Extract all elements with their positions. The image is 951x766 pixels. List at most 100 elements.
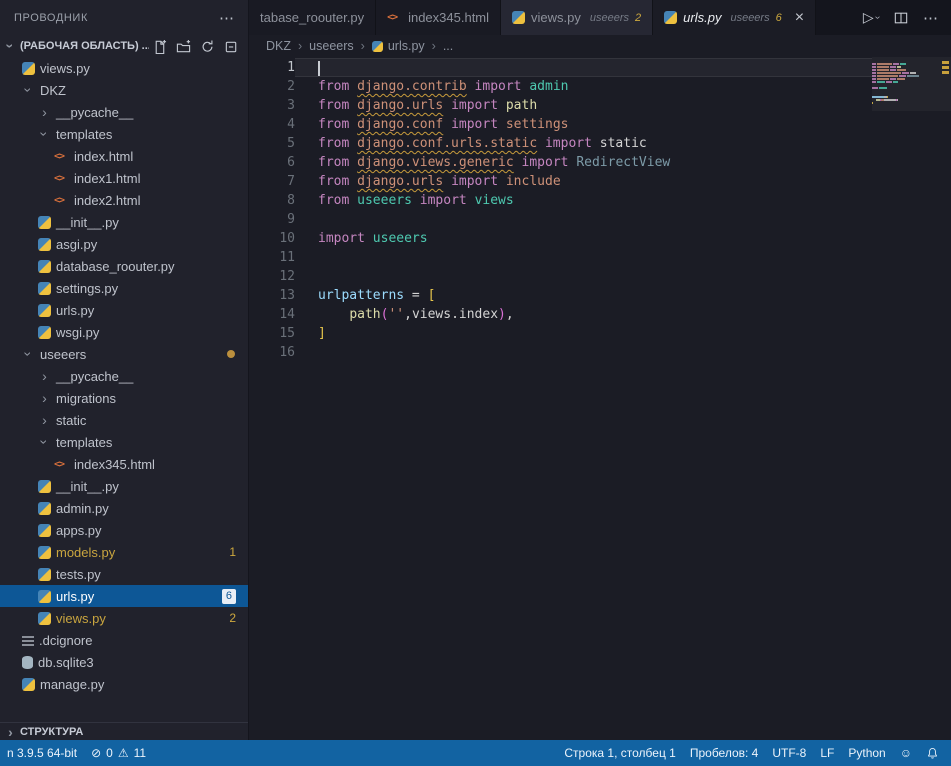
editor-more-button[interactable]: ⋯ <box>923 9 938 27</box>
code-line[interactable]: 11 <box>249 248 951 267</box>
tree-file-database_roouter.py[interactable]: database_roouter.py <box>0 255 248 277</box>
outline-section-header[interactable]: › СТРУКТУРА <box>0 722 248 740</box>
tree-file-views.py[interactable]: views.py <box>0 57 248 79</box>
tree-item-label: settings.py <box>56 281 118 296</box>
run-python-file-button[interactable]: ▷ › <box>863 9 879 26</box>
tree-file-.dcignore[interactable]: .dcignore <box>0 629 248 651</box>
tree-file-views.py[interactable]: views.py2 <box>0 607 248 629</box>
refresh-icon[interactable] <box>200 39 215 54</box>
tab-urls.py[interactable]: urls.pyuseeers6× <box>653 0 816 35</box>
tab-index345.html[interactable]: <>index345.html <box>376 0 501 35</box>
tree-file-index2.html[interactable]: <>index2.html <box>0 189 248 211</box>
tab-tabase_roouter.py[interactable]: tabase_roouter.py <box>249 0 376 35</box>
file-tree: views.py›DKZ›__pycache__›templates<>inde… <box>0 57 248 722</box>
cursor-position-label: Строка 1, столбец 1 <box>564 746 675 760</box>
breadcrumb-item[interactable]: DKZ <box>266 39 291 53</box>
tree-folder-__pycache__[interactable]: ›__pycache__ <box>0 101 248 123</box>
tree-folder-DKZ[interactable]: ›DKZ <box>0 79 248 101</box>
code-editor[interactable]: 12from django.contrib import admin3from … <box>249 57 951 740</box>
chevron-right-icon: › <box>38 369 51 383</box>
tree-folder-templates[interactable]: ›templates <box>0 431 248 453</box>
status-language[interactable]: Python <box>841 740 892 766</box>
tab-close-icon[interactable]: × <box>795 10 804 26</box>
tree-file-index1.html[interactable]: <>index1.html <box>0 167 248 189</box>
tree-file-settings.py[interactable]: settings.py <box>0 277 248 299</box>
line-number: 9 <box>249 210 295 229</box>
outline-label: СТРУКТУРА <box>20 726 83 738</box>
code-line[interactable]: 2from django.contrib import admin <box>249 77 951 96</box>
tree-item-label: index2.html <box>74 193 140 208</box>
overview-ruler[interactable] <box>940 57 951 740</box>
tree-file-index345.html[interactable]: <>index345.html <box>0 453 248 475</box>
status-encoding[interactable]: UTF-8 <box>765 740 813 766</box>
tree-file-manage.py[interactable]: manage.py <box>0 673 248 695</box>
python-file-icon <box>38 612 51 625</box>
code-line[interactable]: 7from django.urls import include <box>249 172 951 191</box>
code-line[interactable]: 5from django.conf.urls.static import sta… <box>249 134 951 153</box>
status-python-interpreter[interactable]: n 3.9.5 64-bit <box>0 740 84 766</box>
new-file-icon[interactable] <box>152 39 167 54</box>
new-folder-icon[interactable] <box>176 39 191 54</box>
split-editor-button[interactable] <box>894 11 908 25</box>
tree-folder-migrations[interactable]: ›migrations <box>0 387 248 409</box>
tree-folder-__pycache__[interactable]: ›__pycache__ <box>0 365 248 387</box>
python-file-icon <box>22 678 35 691</box>
code-line[interactable]: 13urlpatterns = [ <box>249 286 951 305</box>
explorer-more-icon[interactable]: ⋯ <box>219 9 234 27</box>
tree-item-label: index1.html <box>74 171 140 186</box>
tree-file-wsgi.py[interactable]: wsgi.py <box>0 321 248 343</box>
tree-item-label: index345.html <box>74 457 155 472</box>
tree-folder-useeers[interactable]: ›useeers <box>0 343 248 365</box>
breadcrumb-item[interactable]: useeers <box>309 39 353 53</box>
tab-problems-badge: 6 <box>776 12 782 24</box>
code-line[interactable]: 3from django.urls import path <box>249 96 951 115</box>
tree-folder-static[interactable]: ›static <box>0 409 248 431</box>
collapse-all-icon[interactable] <box>224 39 239 54</box>
tree-file-admin.py[interactable]: admin.py <box>0 497 248 519</box>
tree-file-asgi.py[interactable]: asgi.py <box>0 233 248 255</box>
tab-views.py[interactable]: views.pyuseeers2 <box>501 0 653 35</box>
tree-file-__init__.py[interactable]: __init__.py <box>0 211 248 233</box>
code-line[interactable]: 4from django.conf import settings <box>249 115 951 134</box>
code-line[interactable]: 8from useeers import views <box>249 191 951 210</box>
breadcrumb-item[interactable]: ... <box>443 39 453 53</box>
status-indentation[interactable]: Пробелов: 4 <box>683 740 766 766</box>
tree-file-urls.py[interactable]: urls.py6 <box>0 585 248 607</box>
tree-file-index.html[interactable]: <> index.html <box>0 145 248 167</box>
breadcrumb-label: urls.py <box>388 39 425 53</box>
status-cursor-position[interactable]: Строка 1, столбец 1 <box>557 740 682 766</box>
code-line[interactable]: 1 <box>249 58 951 77</box>
html-file-icon: <> <box>54 151 69 162</box>
status-right: Строка 1, столбец 1 Пробелов: 4 UTF-8 LF… <box>557 740 946 766</box>
tree-item-label: templates <box>56 435 112 450</box>
status-problems[interactable]: ⊘ 0 ⚠ 11 <box>84 740 153 766</box>
minimap[interactable] <box>872 60 940 107</box>
tree-item-label: index.html <box>74 149 133 164</box>
code-line[interactable]: 15] <box>249 324 951 343</box>
status-notifications[interactable] <box>919 740 946 766</box>
tree-file-db.sqlite3[interactable]: db.sqlite3 <box>0 651 248 673</box>
tree-file-apps.py[interactable]: apps.py <box>0 519 248 541</box>
chevron-right-icon: › <box>38 105 51 119</box>
tab-bar: tabase_roouter.py<>index345.htmlviews.py… <box>249 0 951 35</box>
tree-file-urls.py[interactable]: urls.py <box>0 299 248 321</box>
workspace-section-header[interactable]: › (РАБОЧАЯ ОБЛАСТЬ) ... <box>0 35 248 57</box>
tree-item-label: urls.py <box>56 589 94 604</box>
python-file-icon <box>38 568 51 581</box>
tree-file-tests.py[interactable]: tests.py <box>0 563 248 585</box>
code-line[interactable]: 16 <box>249 343 951 362</box>
status-feedback[interactable]: ☺ <box>893 740 919 766</box>
breadcrumb-item[interactable]: urls.py <box>372 39 425 53</box>
status-eol[interactable]: LF <box>813 740 841 766</box>
code-line[interactable]: 6from django.views.generic import Redire… <box>249 153 951 172</box>
code-line[interactable]: 14 path('',views.index), <box>249 305 951 324</box>
code-line[interactable]: 10import useeers <box>249 229 951 248</box>
python-file-icon <box>38 238 51 251</box>
code-line[interactable]: 9 <box>249 210 951 229</box>
tree-file-models.py[interactable]: models.py1 <box>0 541 248 563</box>
code-line[interactable]: 12 <box>249 267 951 286</box>
tree-item-label: useeers <box>40 347 86 362</box>
tree-folder-templates[interactable]: ›templates <box>0 123 248 145</box>
tree-file-__init__.py[interactable]: __init__.py <box>0 475 248 497</box>
chevron-right-icon: › <box>38 391 51 405</box>
